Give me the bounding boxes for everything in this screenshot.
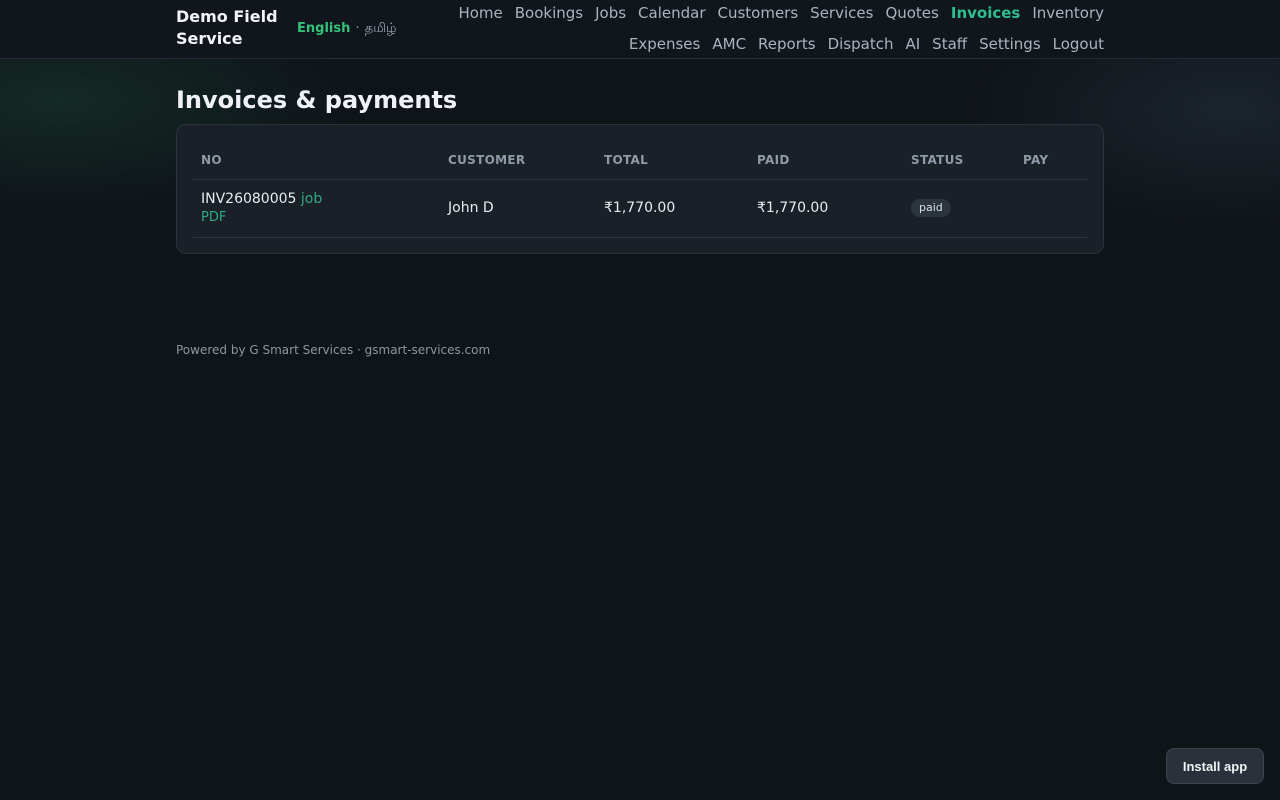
column-header-total: TOTAL [596,141,749,180]
page-title: Invoices & payments [176,86,458,114]
table-row: INV26080005 job PDF John D ₹1,770.00 ₹1,… [193,179,1087,238]
nav-logout[interactable]: Logout [1053,33,1104,55]
nav-inventory[interactable]: Inventory [1032,2,1104,24]
nav-invoices[interactable]: Invoices [951,2,1020,24]
column-header-paid: PAID [749,141,903,180]
customer-cell: John D [440,179,596,238]
status-badge: paid [911,199,951,217]
invoices-table: NO CUSTOMER TOTAL PAID STATUS PAY INV260… [193,141,1087,238]
nav-home[interactable]: Home [458,2,502,24]
top-navigation-bar: Demo Field Service English · தமிழ் Home … [0,0,1280,59]
nav-ai[interactable]: AI [905,33,920,55]
total-cell: ₹1,770.00 [596,179,749,238]
nav-reports[interactable]: Reports [758,33,816,55]
nav-calendar[interactable]: Calendar [638,2,705,24]
language-switcher: English · தமிழ் [297,20,397,38]
column-header-pay: PAY [1015,141,1087,180]
invoice-number-cell: INV26080005 job PDF [193,179,440,238]
nav-settings[interactable]: Settings [979,33,1041,55]
nav-bookings[interactable]: Bookings [515,2,583,24]
status-cell: paid [903,179,1015,238]
paid-cell: ₹1,770.00 [749,179,903,238]
nav-services[interactable]: Services [810,2,873,24]
language-separator: · [355,21,360,36]
table-header-row: NO CUSTOMER TOTAL PAID STATUS PAY [193,141,1087,180]
nav-amc[interactable]: AMC [712,33,746,55]
nav-expenses[interactable]: Expenses [629,33,700,55]
nav-staff[interactable]: Staff [932,33,967,55]
job-link[interactable]: job [301,191,322,207]
column-header-no: NO [193,141,440,180]
footer-text: Powered by G Smart Services · gsmart-ser… [176,343,491,357]
nav-dispatch[interactable]: Dispatch [828,33,894,55]
invoices-card: NO CUSTOMER TOTAL PAID STATUS PAY INV260… [176,124,1104,254]
nav-customers[interactable]: Customers [717,2,798,24]
invoice-number: INV26080005 [201,190,297,207]
column-header-status: STATUS [903,141,1015,180]
pay-cell [1015,179,1087,238]
column-header-customer: CUSTOMER [440,141,596,180]
pdf-link[interactable]: PDF [201,210,226,225]
language-english-link[interactable]: English [297,21,350,36]
brand-name[interactable]: Demo Field Service [176,6,286,50]
nav-jobs[interactable]: Jobs [595,2,626,24]
main-nav: Home Bookings Jobs Calendar Customers Se… [384,2,1104,55]
install-app-button[interactable]: Install app [1166,748,1264,784]
nav-quotes[interactable]: Quotes [885,2,938,24]
